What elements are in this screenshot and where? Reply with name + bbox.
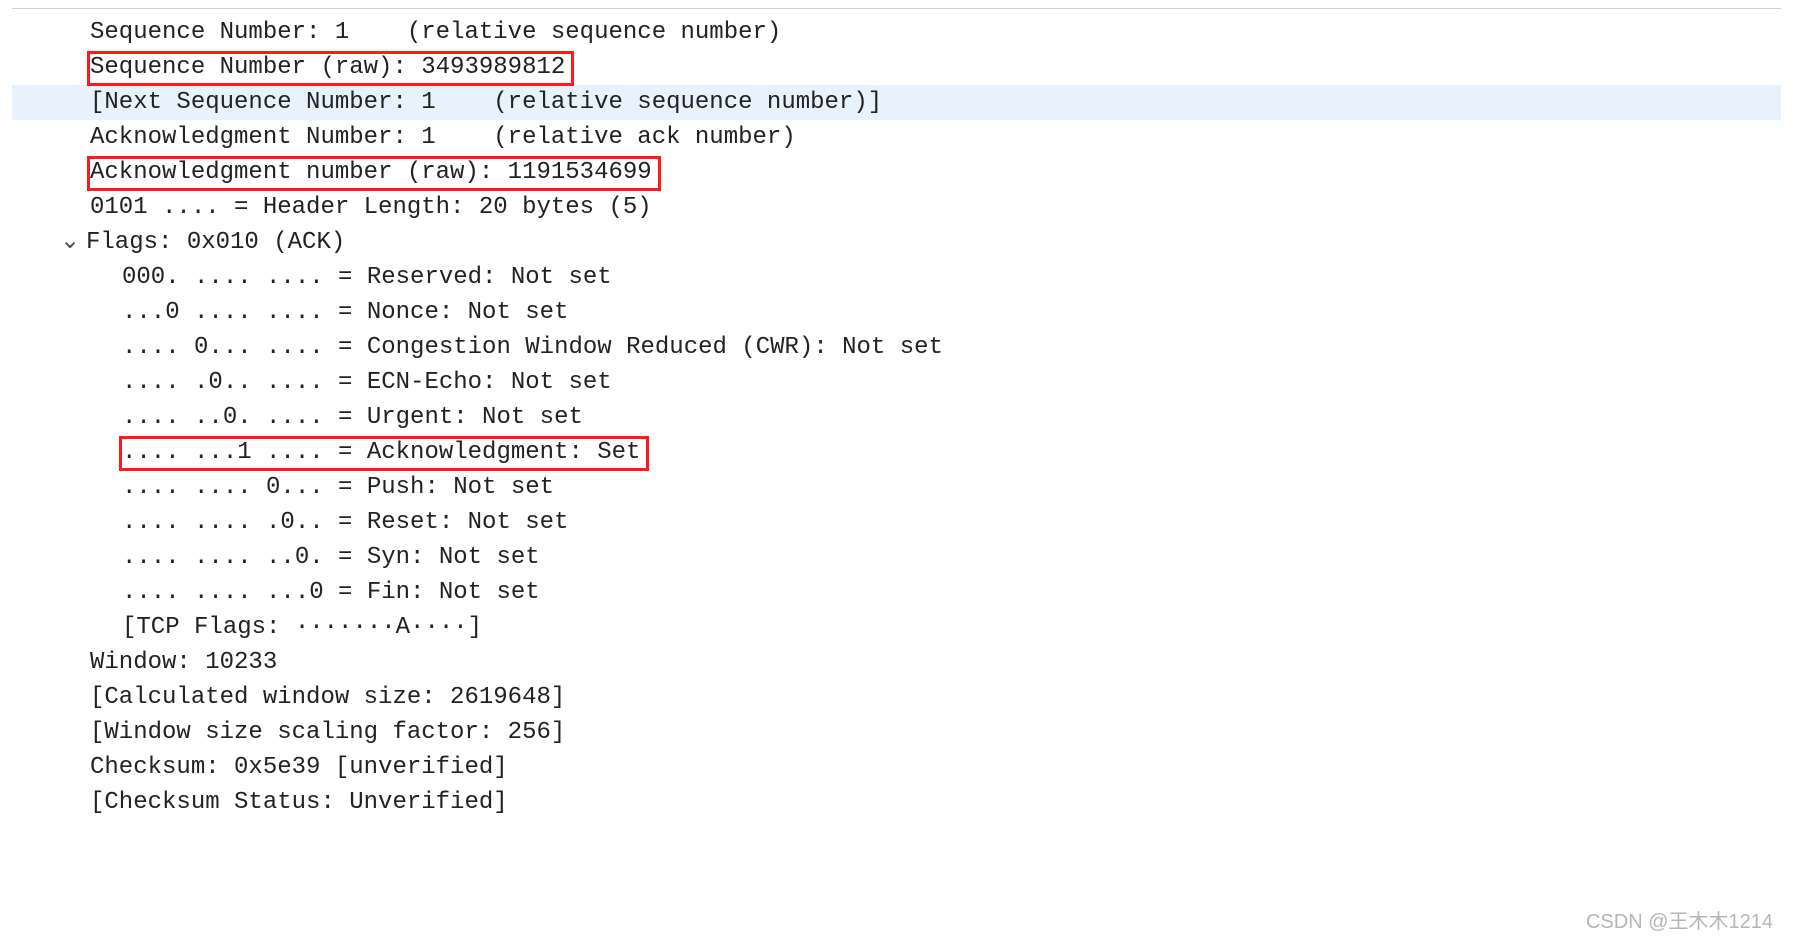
seq-relative[interactable]: Sequence Number: 1 (relative sequence nu… — [12, 15, 1781, 50]
flags-header[interactable]: ⌄ Flags: 0x010 (ACK) — [12, 225, 1781, 260]
ack-relative[interactable]: Acknowledgment Number: 1 (relative ack n… — [12, 120, 1781, 155]
flag-fin[interactable]: .... .... ...0 = Fin: Not set — [12, 575, 1781, 610]
window-scale[interactable]: [Window size scaling factor: 256] — [12, 715, 1781, 750]
tcp-detail-panel: Sequence Number: 1 (relative sequence nu… — [12, 8, 1781, 820]
calculated-window[interactable]: [Calculated window size: 2619648] — [12, 680, 1781, 715]
flag-ack-highlight: .... ...1 .... = Acknowledgment: Set — [119, 436, 649, 471]
header-length[interactable]: 0101 .... = Header Length: 20 bytes (5) — [12, 190, 1781, 225]
flag-cwr[interactable]: .... 0... .... = Congestion Window Reduc… — [12, 330, 1781, 365]
chevron-down-icon[interactable]: ⌄ — [60, 225, 78, 260]
flags-header-text: Flags: 0x010 (ACK) — [86, 229, 345, 256]
flag-reset[interactable]: .... .... .0.. = Reset: Not set — [12, 505, 1781, 540]
window[interactable]: Window: 10233 — [12, 645, 1781, 680]
flag-ecn[interactable]: .... .0.. .... = ECN-Echo: Not set — [12, 365, 1781, 400]
seq-raw-highlight: Sequence Number (raw): 3493989812 — [87, 51, 574, 86]
ack-raw-row[interactable]: Acknowledgment number (raw): 1191534699 — [12, 155, 1781, 190]
flag-syn[interactable]: .... .... ..0. = Syn: Not set — [12, 540, 1781, 575]
next-seq[interactable]: [Next Sequence Number: 1 (relative seque… — [12, 85, 1781, 120]
ack-raw-highlight: Acknowledgment number (raw): 1191534699 — [87, 156, 661, 191]
flag-nonce[interactable]: ...0 .... .... = Nonce: Not set — [12, 295, 1781, 330]
flag-reserved[interactable]: 000. .... .... = Reserved: Not set — [12, 260, 1781, 295]
seq-raw-row[interactable]: Sequence Number (raw): 3493989812 — [12, 50, 1781, 85]
flag-urgent[interactable]: .... ..0. .... = Urgent: Not set — [12, 400, 1781, 435]
tcp-flags-summary[interactable]: [TCP Flags: ·······A····] — [12, 610, 1781, 645]
flag-push[interactable]: .... .... 0... = Push: Not set — [12, 470, 1781, 505]
flag-ack-row[interactable]: .... ...1 .... = Acknowledgment: Set — [12, 435, 1781, 470]
watermark: CSDN @王木木1214 — [1586, 905, 1773, 940]
checksum[interactable]: Checksum: 0x5e39 [unverified] — [12, 750, 1781, 785]
checksum-status[interactable]: [Checksum Status: Unverified] — [12, 785, 1781, 820]
